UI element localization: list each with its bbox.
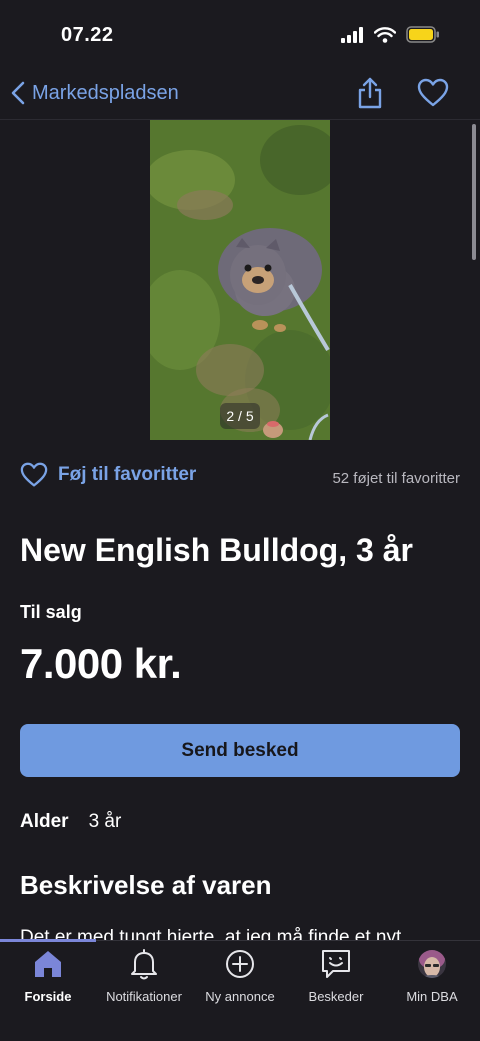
age-row: Alder 3 år — [20, 811, 121, 833]
nav-bar: Markedspladsen — [0, 70, 480, 120]
tab-min-dba[interactable]: Min DBA — [384, 947, 480, 1007]
chevron-left-icon — [11, 81, 25, 105]
bulldog-photo — [150, 120, 330, 440]
add-favorite-button[interactable]: Føj til favoritter — [20, 462, 196, 488]
tab-label: Beskeder — [308, 989, 364, 1004]
tab-forside[interactable]: Forside — [0, 947, 96, 1007]
battery-icon — [406, 26, 439, 43]
listing-title: New English Bulldog, 3 år — [20, 532, 413, 568]
age-value: 3 år — [88, 811, 122, 832]
home-icon — [35, 951, 61, 977]
tab-label: Notifikationer — [106, 989, 182, 1004]
favorite-top-button[interactable] — [417, 78, 449, 108]
favorite-row: Føj til favoritter 52 føjet til favoritt… — [20, 462, 460, 496]
tab-label: Ny annonce — [205, 989, 275, 1004]
description-heading: Beskrivelse af varen — [20, 870, 272, 900]
signal-icon — [341, 26, 363, 43]
favorite-count: 52 føjet til favoritter — [332, 470, 460, 487]
heart-icon — [417, 78, 449, 107]
age-label: Alder — [20, 811, 69, 832]
tab-ny-annonce[interactable]: Ny annonce — [192, 947, 288, 1007]
tab-beskeder[interactable]: Beskeder — [288, 947, 384, 1007]
screen: 07.22 Markedspladsen 2 / 5 Føj til favor… — [0, 0, 480, 1041]
share-icon — [358, 77, 382, 109]
message-icon — [322, 950, 350, 978]
status-time: 07.22 — [61, 24, 114, 46]
back-label: Markedspladsen — [32, 81, 179, 104]
share-button[interactable] — [356, 76, 384, 110]
scroll-indicator[interactable] — [472, 124, 476, 260]
tab-label: Forside — [24, 989, 72, 1004]
heart-icon — [20, 462, 48, 487]
listing-photo[interactable]: 2 / 5 — [150, 120, 330, 440]
send-message-button[interactable]: Send besked — [20, 724, 460, 777]
tab-bar: Forside Notifikationer Ny annonce Besked… — [0, 939, 480, 1041]
bell-icon — [131, 949, 157, 980]
sale-type: Til salg — [20, 602, 82, 622]
plus-circle-icon — [226, 950, 254, 978]
tab-notifikationer[interactable]: Notifikationer — [96, 947, 192, 1007]
status-bar: 07.22 — [0, 0, 480, 70]
active-tab-indicator — [0, 939, 96, 942]
price: 7.000 kr. — [20, 640, 182, 687]
photo-counter: 2 / 5 — [220, 403, 260, 429]
back-button[interactable]: Markedspladsen — [10, 78, 179, 108]
wifi-icon — [374, 26, 396, 43]
avatar — [418, 950, 446, 978]
add-favorite-label: Føj til favoritter — [58, 464, 197, 485]
status-icons — [340, 26, 440, 43]
tab-label: Min DBA — [406, 989, 458, 1004]
